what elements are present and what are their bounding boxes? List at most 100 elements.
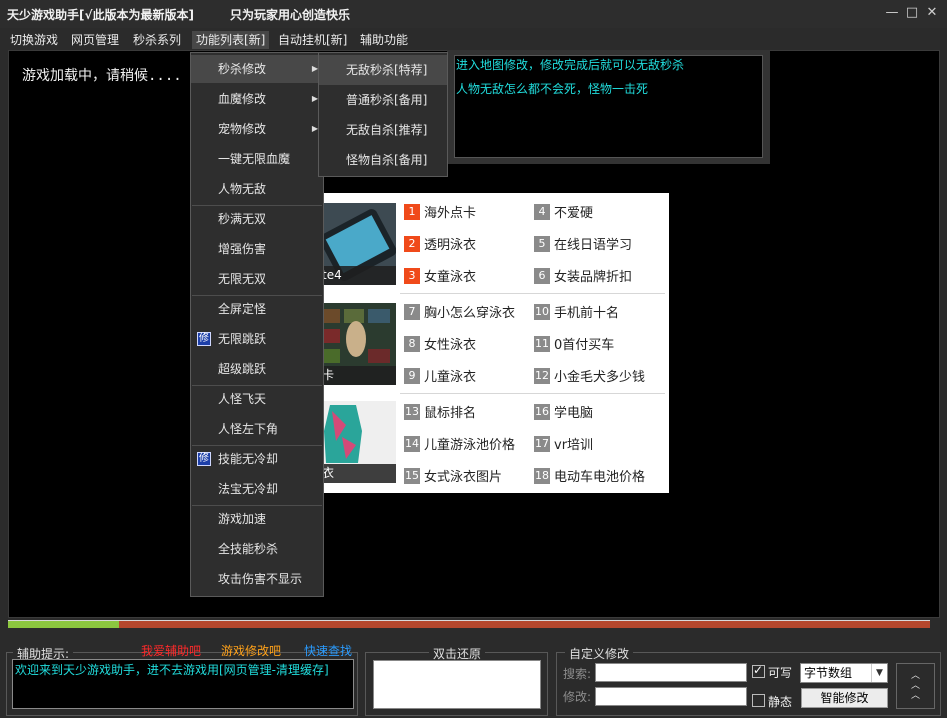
ad-caption: te4 xyxy=(316,266,396,285)
ad-link[interactable]: 12 小金毛犬多少钱 xyxy=(534,366,645,385)
rank-badge: 15 xyxy=(404,467,420,484)
dropdown-item-hide-damage[interactable]: 攻击伤害不显示 xyxy=(191,565,323,593)
rank-badge: 6 xyxy=(534,267,550,284)
ad-link[interactable]: 13 鼠标排名 xyxy=(404,402,476,421)
link-game-mod[interactable]: 游戏修改吧 xyxy=(221,642,281,659)
ad-link[interactable]: 11 0首付买车 xyxy=(534,334,614,353)
ad-link-text: 手机前十名 xyxy=(554,306,620,321)
ad-thumbnail[interactable]: 衣 xyxy=(316,401,396,483)
ad-link[interactable]: 8 女性泳衣 xyxy=(404,334,477,353)
ad-link[interactable]: 4 不爱硬 xyxy=(534,202,594,221)
ad-link-text: 电动车电池价格 xyxy=(554,470,646,485)
ad-link-text: 海外点卡 xyxy=(424,206,477,221)
ad-link[interactable]: 3 女童泳衣 xyxy=(404,266,477,285)
ad-link[interactable]: 10 手机前十名 xyxy=(534,302,620,321)
hint-text-box[interactable]: 欢迎来到天少游戏助手，进不去游戏用[网页管理-清理缓存] xyxy=(12,659,354,709)
dropdown-item-label: 全屏定怪 xyxy=(218,302,267,316)
dropdown-item-infinite-jump[interactable]: 修无限跳跃 xyxy=(191,325,323,353)
menu-web-manage[interactable]: 网页管理 xyxy=(67,31,123,49)
ad-link[interactable]: 1 海外点卡 xyxy=(404,202,477,221)
ad-link[interactable]: 17 vr培训 xyxy=(534,434,593,453)
dropdown-item-instakill-mod[interactable]: 秒杀修改 ▶ xyxy=(191,55,323,83)
submenu-item-invincible-kill[interactable]: 无敌秒杀[特荐] xyxy=(319,55,447,85)
loading-text: 游戏加载中，请稍候.... xyxy=(22,68,182,84)
dropdown-item-pet-mod[interactable]: 宠物修改 ▶ xyxy=(191,115,323,143)
ad-link-text: 女性泳衣 xyxy=(424,338,477,353)
ad-link[interactable]: 2 透明泳衣 xyxy=(404,234,476,253)
ad-link[interactable]: 9 儿童泳衣 xyxy=(404,366,477,385)
ad-link[interactable]: 18 电动车电池价格 xyxy=(534,466,646,485)
static-checkbox[interactable] xyxy=(752,694,765,707)
close-button[interactable]: ✕ xyxy=(924,5,940,21)
submenu-item-monster-suicide[interactable]: 怪物自杀[备用] xyxy=(319,145,447,175)
chevron-up-icon: ︿ ︿ ︿ xyxy=(910,671,920,701)
minimize-button[interactable]: — xyxy=(884,5,900,21)
ad-link-text: 不爱硬 xyxy=(554,206,594,221)
link-quick-search[interactable]: 快速查找 xyxy=(304,642,352,659)
dropdown-item-infinite-hp-mp[interactable]: 一键无限血魔 xyxy=(191,145,323,173)
menu-switch-game[interactable]: 切换游戏 xyxy=(6,31,62,49)
smart-modify-button[interactable]: 智能修改 xyxy=(801,688,888,708)
ad-link[interactable]: 7 胸小怎么穿泳衣 xyxy=(404,302,515,321)
dropdown-item-label: 无限跳跃 xyxy=(218,332,267,346)
rank-badge: 11 xyxy=(534,335,550,352)
ad-link[interactable]: 5 在线日语学习 xyxy=(534,234,632,253)
ad-link-text: 儿童泳衣 xyxy=(424,370,477,385)
restore-area[interactable] xyxy=(373,660,541,709)
ad-link-text: 儿童游泳池价格 xyxy=(424,438,516,453)
ad-thumbnail[interactable]: 卡 xyxy=(316,303,396,385)
ad-link-text: 女童泳衣 xyxy=(424,270,477,285)
rank-badge: 12 xyxy=(534,367,550,384)
ad-link-text: 学电脑 xyxy=(554,406,594,421)
dropdown-item-no-artifact-cooldown[interactable]: 法宝无冷却 xyxy=(191,475,323,503)
link-5aifuzhu[interactable]: 我爱辅助吧 xyxy=(141,642,201,659)
dropdown-item-full-musou[interactable]: 秒满无双 xyxy=(191,205,323,233)
ad-link[interactable]: 14 儿童游泳池价格 xyxy=(404,434,516,453)
info-panel: 进入地图修改，修改完成后就可以无敌秒杀 人物无敌怎么都不会死，怪物一击死 xyxy=(447,50,770,164)
info-line: 进入地图修改，修改完成后就可以无敌秒杀 xyxy=(456,58,685,72)
instakill-submenu: 无敌秒杀[特荐] 普通秒杀[备用] 无敌自杀[推荐] 怪物自杀[备用] xyxy=(318,52,448,177)
dropdown-item-label: 人物无敌 xyxy=(218,182,267,196)
dropdown-item-label: 人怪左下角 xyxy=(218,422,279,436)
rank-badge: 18 xyxy=(534,467,550,484)
submenu-item-normal-kill[interactable]: 普通秒杀[备用] xyxy=(319,85,447,115)
ad-link[interactable]: 15 女式泳衣图片 xyxy=(404,466,502,485)
writable-label: 可写 xyxy=(768,666,793,680)
dropdown-item-damage-boost[interactable]: 增强伤害 xyxy=(191,235,323,263)
menu-aux-features[interactable]: 辅助功能 xyxy=(356,31,412,49)
search-label: 搜索: xyxy=(563,667,592,681)
dropdown-item-hp-mp-mod[interactable]: 血魔修改 ▶ xyxy=(191,85,323,113)
ad-caption: 衣 xyxy=(316,464,396,483)
menu-feature-list[interactable]: 功能列表[新] xyxy=(192,31,270,49)
dropdown-item-super-jump[interactable]: 超级跳跃 xyxy=(191,355,323,383)
ad-link[interactable]: 6 女装品牌折扣 xyxy=(534,266,632,285)
collapse-button[interactable]: ︿ ︿ ︿ xyxy=(896,663,935,709)
modify-input[interactable] xyxy=(595,687,747,706)
dropdown-item-bottom-left[interactable]: 人怪左下角 xyxy=(191,415,323,443)
writable-checkbox[interactable] xyxy=(752,663,765,678)
app-slogan: 只为玩家用心创造快乐 xyxy=(230,8,351,22)
rank-badge: 7 xyxy=(404,303,420,320)
data-type-select[interactable]: 字节数组 ▼ xyxy=(800,663,888,683)
divider xyxy=(400,293,665,294)
menu-auto-hang[interactable]: 自动挂机[新] xyxy=(274,31,351,49)
maximize-button[interactable]: □ xyxy=(904,5,920,21)
ad-thumbnail[interactable]: te4 xyxy=(316,203,396,285)
dropdown-item-freeze-monsters[interactable]: 全屏定怪 xyxy=(191,295,323,323)
dropdown-item-infinite-musou[interactable]: 无限无双 xyxy=(191,265,323,293)
dropdown-item-label: 增强伤害 xyxy=(218,242,267,256)
search-input[interactable] xyxy=(595,663,747,682)
info-text-area: 进入地图修改，修改完成后就可以无敌秒杀 人物无敌怎么都不会死，怪物一击死 xyxy=(454,55,763,158)
modify-label: 修改: xyxy=(563,690,592,704)
dropdown-item-invincible[interactable]: 人物无敌 xyxy=(191,175,323,203)
dropdown-item-speed-up[interactable]: 游戏加速 xyxy=(191,505,323,533)
dropdown-item-all-skill-instakill[interactable]: 全技能秒杀 xyxy=(191,535,323,563)
menu-instakill[interactable]: 秒杀系列 xyxy=(129,31,185,49)
rank-badge: 8 xyxy=(404,335,420,352)
dropdown-item-fly[interactable]: 人怪飞天 xyxy=(191,385,323,413)
menu-bar: 切换游戏 网页管理 秒杀系列 功能列表[新] 自动挂机[新] 辅助功能 xyxy=(0,28,947,50)
dropdown-item-no-skill-cooldown[interactable]: 修技能无冷却 xyxy=(191,445,323,473)
submenu-item-invincible-suicide[interactable]: 无敌自杀[推荐] xyxy=(319,115,447,145)
dropdown-item-label: 血魔修改 xyxy=(218,92,267,106)
ad-link[interactable]: 16 学电脑 xyxy=(534,402,594,421)
